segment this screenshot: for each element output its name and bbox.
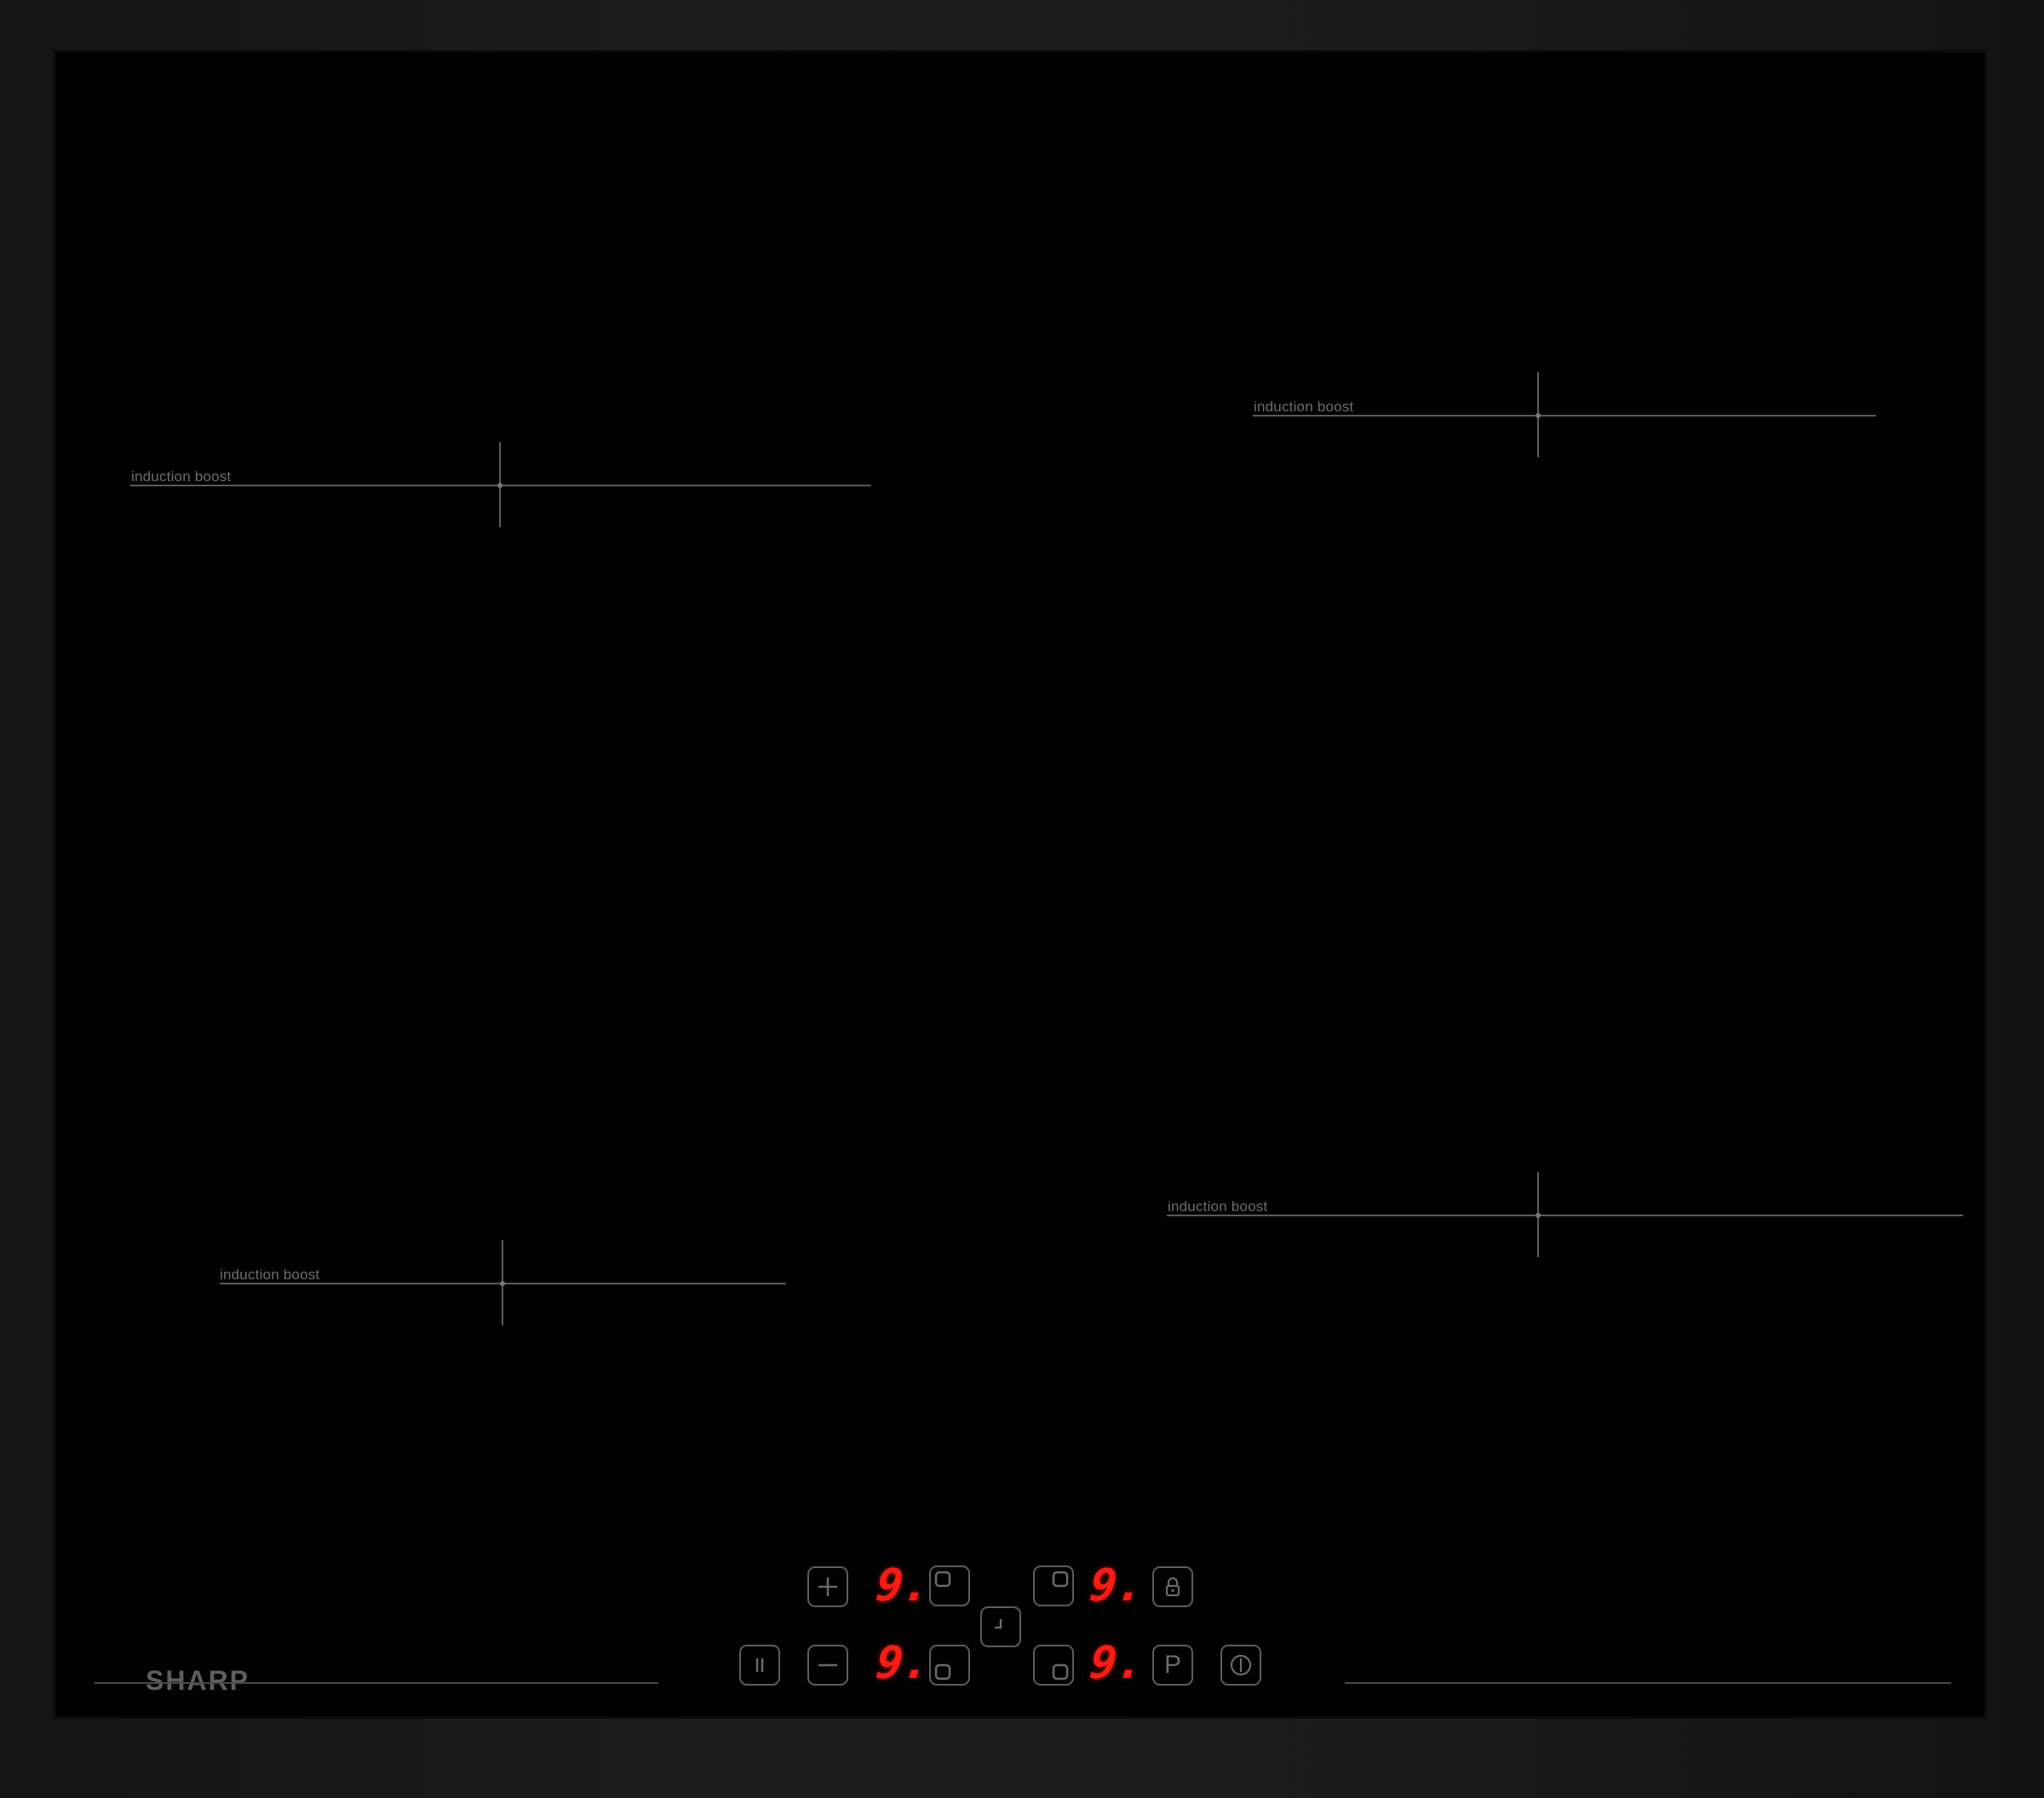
glass-cooktop: induction boost induction boost inductio…: [54, 50, 1987, 1719]
pause-icon: [755, 1658, 764, 1672]
display-bottom-right: 9.: [1087, 1638, 1146, 1689]
zone-front-right-label: induction boost: [1168, 1198, 1268, 1215]
plus-button[interactable]: [807, 1566, 848, 1607]
lock-button[interactable]: [1152, 1566, 1193, 1607]
zone-front-left-label: induction boost: [220, 1267, 320, 1283]
zone-front-right-center: [1536, 1213, 1541, 1218]
display-top-left: 9.: [873, 1560, 933, 1611]
power-icon: [1230, 1654, 1252, 1676]
zone-select-rear-right-button[interactable]: [1033, 1565, 1074, 1606]
minus-icon: [818, 1663, 837, 1667]
zone-rear-right-label: induction boost: [1254, 399, 1354, 415]
zone-rear-left-center: [497, 483, 502, 488]
timer-icon: [995, 1619, 1002, 1629]
pause-button[interactable]: [739, 1645, 780, 1686]
minus-button[interactable]: [807, 1645, 848, 1686]
zone-rear-left-label: induction boost: [131, 468, 232, 485]
display-bottom-left: 9.: [873, 1638, 933, 1689]
zone-front-right-line: [1167, 1215, 1963, 1216]
zone-front-left-icon: [934, 1663, 951, 1680]
p-icon: P: [1163, 1651, 1181, 1679]
zone-select-front-left-button[interactable]: [929, 1645, 970, 1686]
zone-select-rear-left-button[interactable]: [929, 1565, 970, 1606]
brand-logo: SHARP: [146, 1665, 250, 1696]
timer-button[interactable]: [980, 1606, 1021, 1647]
plus-icon: [818, 1577, 837, 1596]
zone-rear-left-icon: [934, 1571, 951, 1588]
hob-frame: induction boost induction boost inductio…: [0, 0, 2044, 1798]
bottom-rule-right: [1345, 1682, 1951, 1684]
bottom-rule-left: [95, 1682, 658, 1684]
zone-front-right-icon: [1052, 1663, 1069, 1680]
lock-icon: [1165, 1577, 1180, 1597]
zone-rear-right-center: [1536, 413, 1541, 418]
zone-front-left-center: [500, 1281, 505, 1286]
power-boost-button[interactable]: P: [1152, 1645, 1193, 1686]
zone-rear-right-icon: [1052, 1571, 1069, 1588]
power-button[interactable]: [1220, 1645, 1261, 1686]
zone-select-front-right-button[interactable]: [1033, 1645, 1074, 1686]
display-top-right: 9.: [1087, 1560, 1146, 1611]
